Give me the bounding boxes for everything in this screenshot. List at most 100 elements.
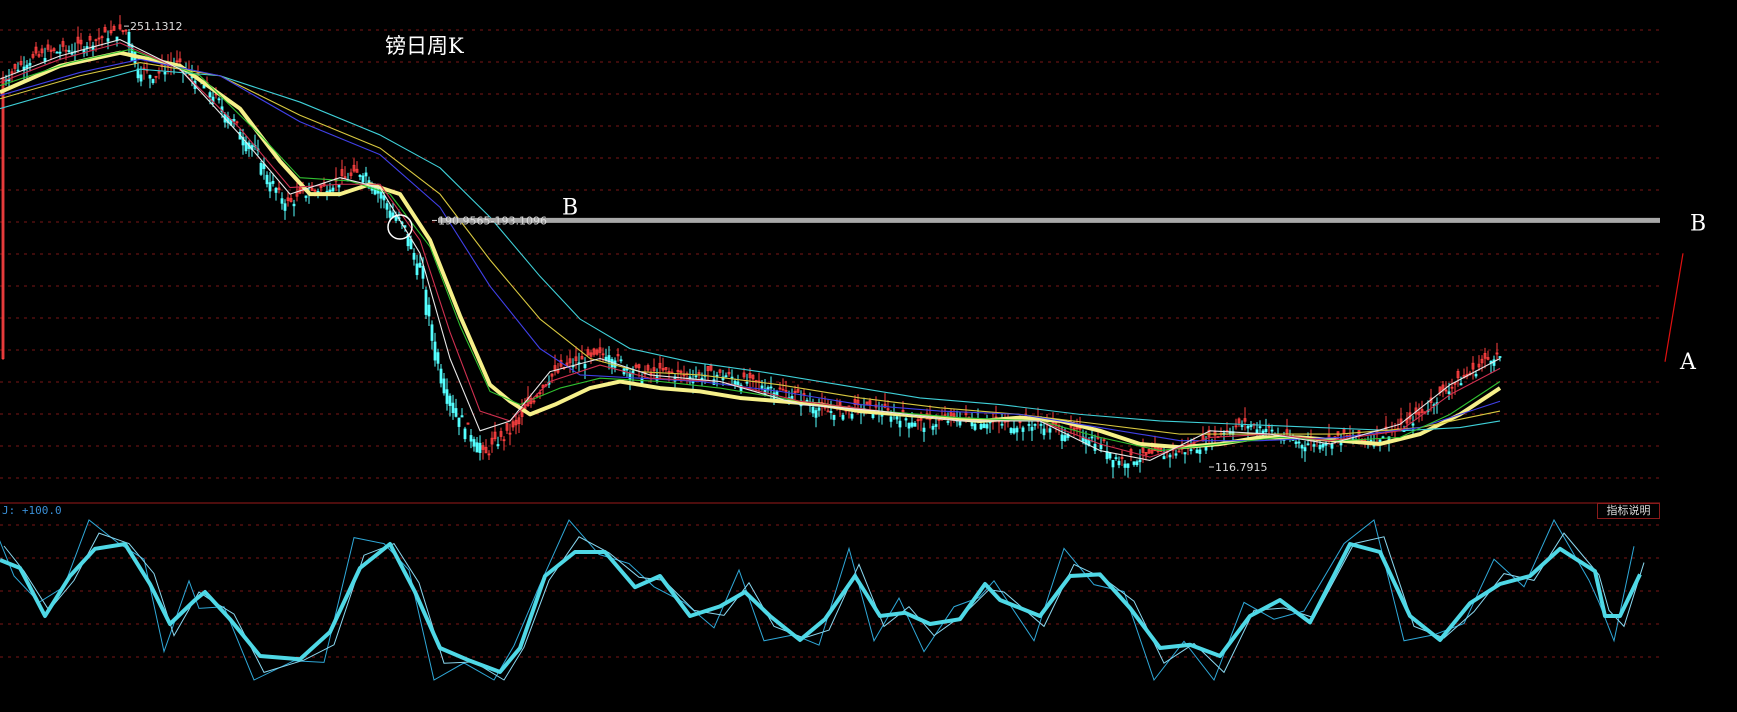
- candle-body: [151, 79, 155, 84]
- trend-line-A-B: [1664, 253, 1684, 362]
- candle-body: [1021, 427, 1025, 432]
- candle-body: [388, 210, 392, 218]
- candle-body: [1048, 428, 1052, 433]
- indicator-readout: J: +100.0: [2, 504, 62, 517]
- annotation-1: 190.9565-193.1096: [438, 214, 547, 227]
- candle-body: [895, 416, 899, 420]
- moving-average-5: [0, 42, 1501, 458]
- candle-body: [379, 191, 383, 199]
- candle-body: [283, 203, 287, 211]
- candle-body: [394, 216, 398, 221]
- oscillator-line-2: [3, 532, 1645, 681]
- candle-body: [1294, 441, 1298, 444]
- candle-body: [460, 415, 464, 418]
- candle-body: [907, 422, 911, 429]
- candle-body: [1015, 427, 1019, 433]
- candle-body: [1195, 449, 1199, 454]
- candle-body: [451, 402, 455, 414]
- candle-body: [1240, 425, 1244, 427]
- candle-body: [424, 289, 428, 315]
- candle-body: [745, 381, 749, 384]
- candle-body: [427, 304, 431, 317]
- candle-body: [271, 180, 275, 184]
- candle-body: [1108, 452, 1112, 459]
- candle-body: [934, 424, 938, 427]
- candle-body: [106, 38, 110, 42]
- candle-body: [1183, 452, 1187, 455]
- candle-body: [1297, 441, 1301, 444]
- candle-body: [217, 98, 221, 101]
- candle-body: [1099, 444, 1103, 450]
- candle-body: [382, 195, 386, 201]
- candle-body: [274, 187, 278, 193]
- candle-body: [736, 381, 740, 386]
- candle-body: [841, 414, 845, 420]
- candle-body: [715, 374, 719, 377]
- candle-body: [496, 444, 500, 447]
- indicator-help-button[interactable]: 指标说明: [1597, 503, 1660, 519]
- candle-body: [463, 428, 467, 440]
- candle-body: [1321, 443, 1325, 448]
- candle-body: [931, 425, 935, 430]
- candle-body: [415, 263, 419, 276]
- candle-body: [1114, 457, 1118, 460]
- candle-body: [817, 407, 821, 411]
- candle-body: [433, 341, 437, 361]
- candle-body: [1411, 423, 1415, 426]
- candle-body: [304, 195, 308, 198]
- candle-body: [1168, 454, 1172, 458]
- candle-body: [358, 174, 362, 177]
- candle-body: [1264, 428, 1268, 432]
- candle-body: [769, 386, 773, 389]
- candle-body: [28, 62, 32, 66]
- candle-body: [16, 69, 20, 72]
- candle-body: [1033, 424, 1037, 426]
- candle-body: [448, 395, 452, 406]
- candle-body: [475, 442, 479, 453]
- candle-body: [958, 421, 962, 426]
- candle-body: [733, 380, 737, 386]
- candle-body: [1204, 446, 1208, 451]
- candle-body: [1012, 428, 1016, 434]
- candle-body: [1447, 391, 1451, 394]
- candle-body: [760, 385, 764, 389]
- candle-body: [1117, 460, 1121, 466]
- candle-body: [1459, 383, 1463, 386]
- candle-body: [1300, 445, 1304, 449]
- candle-body: [1132, 461, 1136, 465]
- candle-body: [889, 416, 893, 422]
- candle-body: [85, 46, 89, 49]
- candle-body: [1042, 428, 1046, 436]
- candle-body: [1111, 459, 1115, 468]
- candle-body: [472, 439, 476, 447]
- candle-body: [163, 71, 167, 75]
- candle-body: [292, 203, 296, 207]
- candle-body: [775, 391, 779, 396]
- candle-body: [1138, 459, 1142, 463]
- candle-body: [1000, 423, 1004, 426]
- candle-body: [898, 420, 902, 428]
- candle-body: [628, 372, 632, 380]
- candle-body: [1246, 425, 1250, 429]
- chart-title: 镑日周K: [385, 34, 464, 58]
- candle-body: [970, 421, 974, 427]
- candle-body: [1270, 429, 1274, 432]
- candle-body: [619, 359, 623, 362]
- candlesticks: [1, 15, 1502, 479]
- candle-body: [1126, 463, 1130, 468]
- chart-canvas: 251.1312 190.9565-193.1096 116.7915 B B A: [0, 15, 1706, 682]
- candle-body: [457, 417, 461, 427]
- candle-body: [922, 427, 926, 432]
- candle-body: [1474, 373, 1478, 377]
- candle-body: [67, 50, 71, 52]
- candle-body: [148, 74, 152, 79]
- candle-body: [1249, 425, 1253, 427]
- candle-body: [979, 423, 983, 430]
- candle-body: [364, 172, 368, 177]
- candle-body: [730, 376, 734, 379]
- candle-body: [139, 74, 143, 82]
- candle-body: [478, 442, 482, 453]
- candle-body: [604, 356, 608, 361]
- candle-body: [1189, 449, 1193, 452]
- candle-body: [469, 435, 473, 442]
